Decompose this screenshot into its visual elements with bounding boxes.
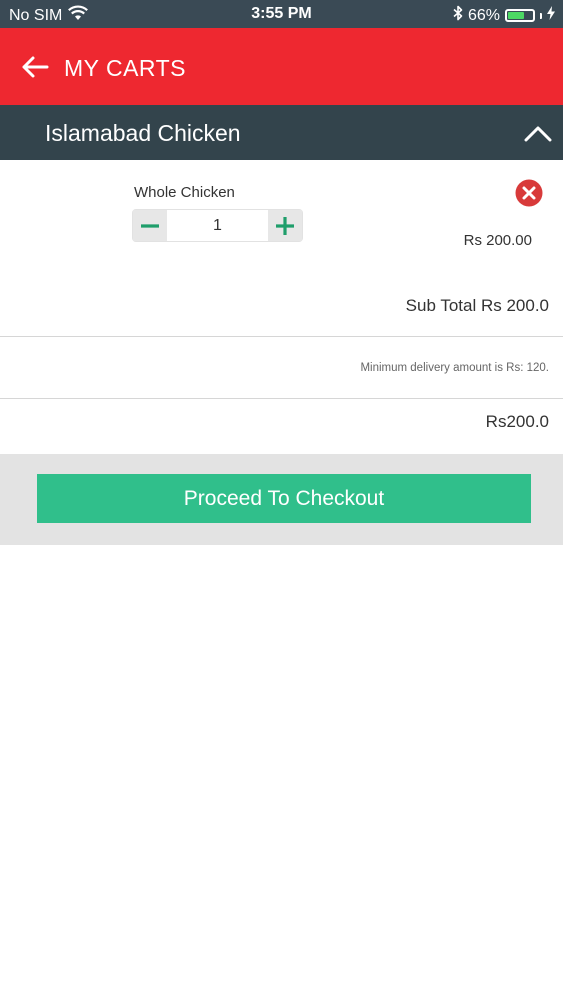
divider bbox=[0, 336, 563, 337]
battery-cap bbox=[540, 12, 542, 19]
item-name: Whole Chicken bbox=[134, 184, 235, 201]
status-right: 66% bbox=[453, 5, 555, 26]
cart-item: Whole Chicken 1 Rs 200.00 bbox=[0, 160, 563, 270]
back-arrow-icon bbox=[22, 56, 49, 78]
subtotal: Sub Total Rs 200.0 bbox=[405, 296, 549, 315]
item-price: Rs 200.00 bbox=[463, 232, 532, 249]
battery-percent: 66% bbox=[467, 6, 500, 24]
bluetooth-icon bbox=[453, 5, 463, 26]
app-header: MY CARTS bbox=[0, 28, 563, 105]
charging-icon bbox=[547, 6, 555, 25]
divider bbox=[0, 398, 563, 399]
total-amount: Rs200.0 bbox=[485, 412, 549, 431]
proceed-to-checkout-button[interactable]: Proceed To Checkout bbox=[37, 474, 531, 523]
quantity-stepper: 1 bbox=[132, 209, 303, 242]
chevron-up-icon bbox=[524, 126, 552, 142]
restaurant-section-header[interactable]: Islamabad Chicken bbox=[0, 105, 563, 160]
plus-icon bbox=[276, 216, 294, 235]
increase-quantity-button[interactable] bbox=[268, 210, 302, 241]
status-bar: No SIM 3:55 PM 66% bbox=[0, 0, 563, 28]
quantity-value[interactable]: 1 bbox=[167, 210, 268, 241]
collapse-button[interactable] bbox=[523, 119, 553, 147]
decrease-quantity-button[interactable] bbox=[133, 210, 167, 241]
page-title: MY CARTS bbox=[64, 55, 187, 81]
remove-item-button[interactable] bbox=[515, 179, 543, 207]
checkout-area: Proceed To Checkout bbox=[0, 454, 563, 545]
close-circle-icon bbox=[515, 179, 543, 207]
back-button[interactable] bbox=[18, 50, 52, 84]
restaurant-name: Islamabad Chicken bbox=[45, 120, 241, 146]
minimum-delivery-note: Minimum delivery amount is Rs: 120. bbox=[360, 362, 549, 374]
battery-icon bbox=[505, 9, 535, 22]
minus-icon bbox=[141, 223, 159, 228]
